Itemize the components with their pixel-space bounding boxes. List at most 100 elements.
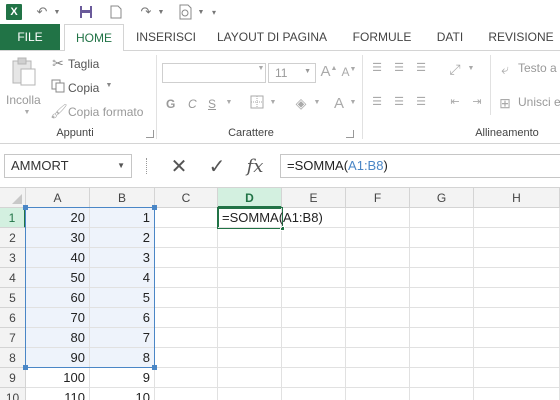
row-header-2[interactable]: 2 <box>0 228 26 248</box>
column-header-c[interactable]: C <box>155 188 218 208</box>
cell-d2[interactable] <box>218 228 282 248</box>
shrink-font-icon[interactable]: A▼ <box>340 65 358 79</box>
cell-h9[interactable] <box>474 368 560 388</box>
cell-d3[interactable] <box>218 248 282 268</box>
align-bottom-icon[interactable]: ☰ <box>412 61 430 74</box>
tab-home[interactable]: HOME <box>64 24 124 51</box>
tab-revisione[interactable]: REVISIONE <box>482 24 560 50</box>
align-left-icon[interactable]: ☰ <box>368 95 386 108</box>
cell-c10[interactable] <box>155 388 218 400</box>
cell-d1[interactable]: =SOMMA(A1:B8) <box>218 208 323 228</box>
fill-color-dropdown-icon[interactable]: ▼ <box>312 99 322 106</box>
cell-g5[interactable] <box>410 288 474 308</box>
cell-h4[interactable] <box>474 268 560 288</box>
cell-g4[interactable] <box>410 268 474 288</box>
cell-a9[interactable]: 100 <box>26 368 90 388</box>
font-launcher-icon[interactable] <box>346 130 354 138</box>
cell-f6[interactable] <box>346 308 410 328</box>
row-header-4[interactable]: 4 <box>0 268 26 288</box>
print-preview-dropdown-icon[interactable]: ▼ <box>196 3 206 21</box>
column-header-b[interactable]: B <box>90 188 155 208</box>
cell-f3[interactable] <box>346 248 410 268</box>
cell-a10[interactable]: 110 <box>26 388 90 400</box>
grow-font-icon[interactable]: A▲ <box>320 63 338 80</box>
cell-c2[interactable] <box>155 228 218 248</box>
tab-inserisci[interactable]: INSERISCI <box>130 24 202 50</box>
cell-b2[interactable]: 2 <box>90 228 155 248</box>
cell-f1[interactable] <box>346 208 410 228</box>
cell-d10[interactable] <box>218 388 282 400</box>
tab-layout-di-pagina[interactable]: LAYOUT DI PAGINA <box>210 24 334 50</box>
decrease-indent-icon[interactable]: ⇤ <box>446 95 464 108</box>
cell-f7[interactable] <box>346 328 410 348</box>
cell-a4[interactable]: 50 <box>26 268 90 288</box>
enter-icon[interactable]: ✓ <box>204 152 230 180</box>
column-header-e[interactable]: E <box>282 188 346 208</box>
row-header-10[interactable]: 10 <box>0 388 26 400</box>
cell-e9[interactable] <box>282 368 346 388</box>
print-preview-icon[interactable] <box>176 3 196 21</box>
cell-a6[interactable]: 70 <box>26 308 90 328</box>
cancel-icon[interactable]: ✕ <box>166 152 192 180</box>
paste-dropdown-icon[interactable]: ▼ <box>22 109 32 116</box>
cell-d9[interactable] <box>218 368 282 388</box>
tab-file[interactable]: FILE <box>0 24 60 50</box>
redo-dropdown-icon[interactable]: ▼ <box>156 3 166 21</box>
cell-g3[interactable] <box>410 248 474 268</box>
align-top-icon[interactable]: ☰ <box>368 61 386 74</box>
cell-d7[interactable] <box>218 328 282 348</box>
cell-h8[interactable] <box>474 348 560 368</box>
cell-b1[interactable]: 1 <box>90 208 155 228</box>
cell-f10[interactable] <box>346 388 410 400</box>
cell-g10[interactable] <box>410 388 474 400</box>
orientation-dropdown-icon[interactable]: ▼ <box>466 65 476 72</box>
redo-icon[interactable]: ↷ <box>136 3 156 21</box>
cell-b3[interactable]: 3 <box>90 248 155 268</box>
row-header-1[interactable]: 1 <box>0 208 26 228</box>
formula-input[interactable]: =SOMMA(A1:B8) <box>280 154 560 178</box>
paste-button[interactable]: Incolla <box>6 93 41 107</box>
resize-handle[interactable] <box>146 158 150 174</box>
row-header-5[interactable]: 5 <box>0 288 26 308</box>
paste-icon[interactable] <box>8 57 38 87</box>
fill-color-icon[interactable]: ◈ <box>292 95 310 112</box>
font-size-field[interactable]: 11 ▼ <box>268 63 316 83</box>
cell-d6[interactable] <box>218 308 282 328</box>
cell-h2[interactable] <box>474 228 560 248</box>
row-header-9[interactable]: 9 <box>0 368 26 388</box>
cell-h7[interactable] <box>474 328 560 348</box>
cell-b4[interactable]: 4 <box>90 268 155 288</box>
save-icon[interactable] <box>76 3 96 21</box>
align-middle-icon[interactable]: ☰ <box>390 61 408 74</box>
column-header-h[interactable]: H <box>474 188 560 208</box>
wrap-text-button[interactable]: Testo a <box>518 61 557 75</box>
cell-c5[interactable] <box>155 288 218 308</box>
copy-button[interactable]: Copia <box>68 81 99 95</box>
orientation-icon[interactable]: ⤢ <box>446 61 464 78</box>
cell-b10[interactable]: 10 <box>90 388 155 400</box>
increase-indent-icon[interactable]: ⇥ <box>468 95 486 108</box>
column-header-a[interactable]: A <box>26 188 90 208</box>
row-header-7[interactable]: 7 <box>0 328 26 348</box>
cell-a3[interactable]: 40 <box>26 248 90 268</box>
clipboard-launcher-icon[interactable] <box>146 130 154 138</box>
cell-a7[interactable]: 80 <box>26 328 90 348</box>
cell-h3[interactable] <box>474 248 560 268</box>
cell-g8[interactable] <box>410 348 474 368</box>
cell-c9[interactable] <box>155 368 218 388</box>
font-name-dropdown-icon[interactable]: ▼ <box>256 65 266 72</box>
cell-g1[interactable] <box>410 208 474 228</box>
cell-b9[interactable]: 9 <box>90 368 155 388</box>
merge-center-button[interactable]: Unisci e <box>518 95 560 109</box>
column-header-g[interactable]: G <box>410 188 474 208</box>
cell-f5[interactable] <box>346 288 410 308</box>
undo-dropdown-icon[interactable]: ▼ <box>52 3 62 21</box>
cell-e2[interactable] <box>282 228 346 248</box>
cell-h6[interactable] <box>474 308 560 328</box>
worksheet-grid[interactable]: A B C D E F G H 1 20 1 =SOMMA(A1:B8) 2 30 2 3 40 3 4 50 4 5 60… <box>0 188 560 400</box>
cell-b6[interactable]: 6 <box>90 308 155 328</box>
row-header-6[interactable]: 6 <box>0 308 26 328</box>
undo-icon[interactable]: ↶ <box>32 3 52 21</box>
row-header-8[interactable]: 8 <box>0 348 26 368</box>
cell-b7[interactable]: 7 <box>90 328 155 348</box>
